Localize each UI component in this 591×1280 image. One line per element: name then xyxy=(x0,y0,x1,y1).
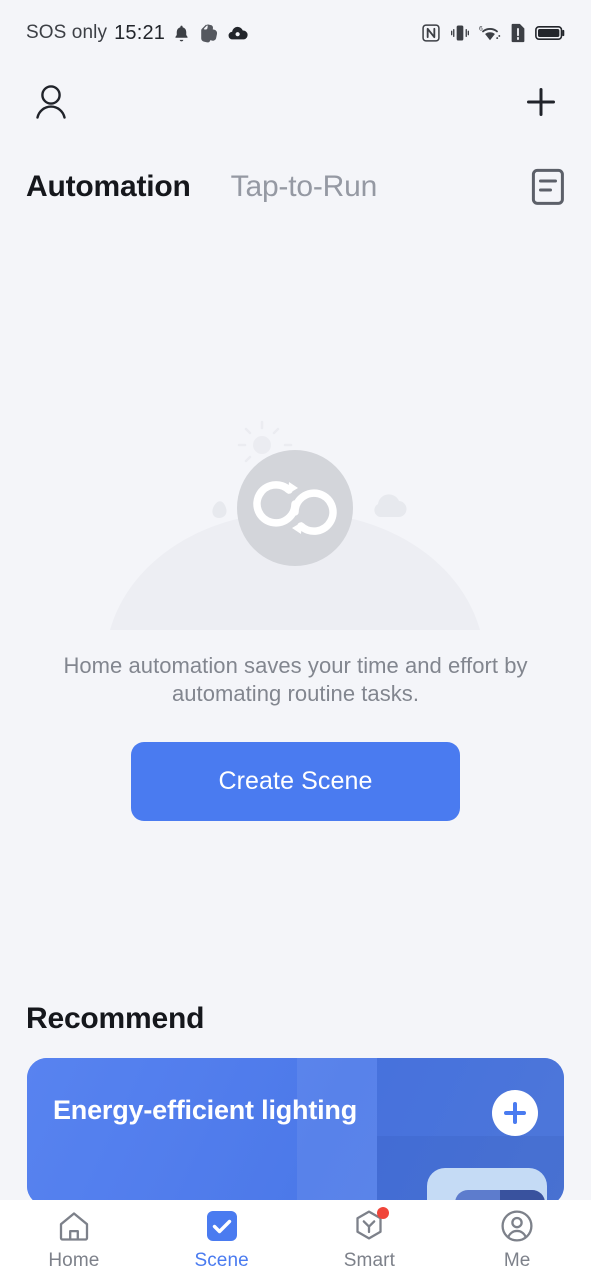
person-icon[interactable] xyxy=(28,79,74,125)
add-scene-button[interactable] xyxy=(519,80,563,124)
app-bar xyxy=(0,66,591,138)
status-bar: SOS only 15:21 6 xyxy=(0,0,591,66)
smart-badge-dot xyxy=(377,1206,390,1219)
nav-label-scene: Scene xyxy=(194,1249,249,1271)
bell-icon xyxy=(175,25,188,41)
tab-bar: Automation Tap-to-Run xyxy=(0,152,591,222)
house-icon xyxy=(57,1209,91,1243)
hexagon-y-icon xyxy=(352,1206,390,1243)
clock-label: 15:21 xyxy=(114,21,166,44)
sim-alert-icon xyxy=(511,23,525,43)
cloud-icon xyxy=(228,26,248,40)
plus-circle-icon[interactable] xyxy=(492,1090,538,1136)
empty-state: Home automation saves your time and effo… xyxy=(0,400,591,708)
check-square-icon xyxy=(205,1209,239,1243)
tab-automation[interactable]: Automation xyxy=(26,170,191,204)
bottom-navigation: Home Scene Smart Me xyxy=(0,1200,591,1280)
app-screen: SOS only 15:21 6 Automation Tap-to-Run H… xyxy=(0,0,591,1280)
nav-item-me[interactable]: Me xyxy=(443,1209,591,1272)
nav-label-home: Home xyxy=(48,1249,100,1271)
evernote-icon xyxy=(201,24,218,43)
nav-label-me: Me xyxy=(503,1249,531,1271)
recommend-card-title: Energy-efficient lighting xyxy=(53,1095,358,1125)
nav-label-smart: Smart xyxy=(343,1249,395,1271)
empty-state-message: Home automation saves your time and effo… xyxy=(63,653,528,707)
carrier-label: SOS only xyxy=(26,22,108,43)
card-panel-light xyxy=(297,1058,377,1206)
status-bar-left: SOS only 15:21 xyxy=(26,22,249,45)
nfc-icon xyxy=(422,24,440,42)
log-list-icon[interactable] xyxy=(531,168,565,206)
automation-loop-icon xyxy=(0,400,591,630)
wifi-6-icon: 6 xyxy=(479,25,501,41)
person-circle-icon xyxy=(500,1209,534,1243)
recommend-card[interactable]: Energy-efficient lighting xyxy=(27,1058,564,1206)
battery-icon xyxy=(535,26,565,40)
nav-item-home[interactable]: Home xyxy=(0,1209,148,1272)
nav-item-smart[interactable]: Smart xyxy=(296,1206,444,1272)
recommend-section-title: Recommend xyxy=(26,1002,205,1035)
create-scene-button[interactable]: Create Scene xyxy=(131,742,460,821)
tab-tap-to-run[interactable]: Tap-to-Run xyxy=(231,170,378,204)
vibrate-icon xyxy=(451,25,469,41)
status-bar-right: 6 xyxy=(421,23,565,43)
nav-item-scene[interactable]: Scene xyxy=(148,1209,296,1272)
